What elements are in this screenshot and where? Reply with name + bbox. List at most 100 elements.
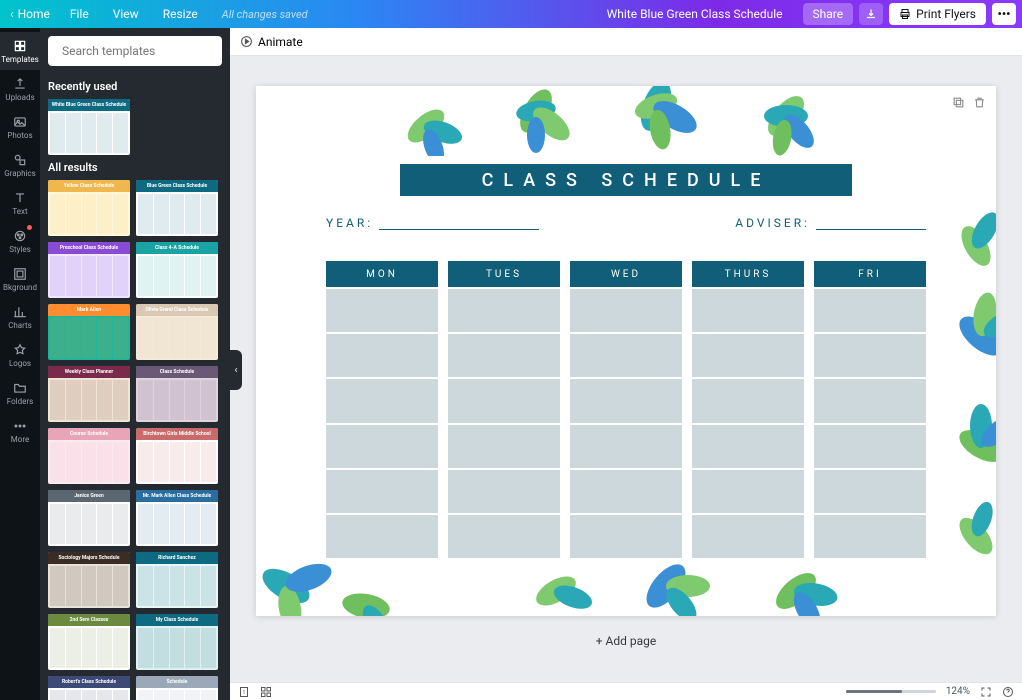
rail-more[interactable]: More	[0, 412, 40, 450]
time-slot[interactable]	[692, 334, 804, 377]
template-thumb[interactable]: Mark Allen	[48, 304, 130, 360]
print-icon	[899, 8, 911, 20]
time-slot[interactable]	[692, 379, 804, 422]
time-slot[interactable]	[814, 515, 926, 558]
rail-text[interactable]: Text	[0, 184, 40, 222]
time-slot[interactable]	[814, 425, 926, 468]
time-slot[interactable]	[448, 425, 560, 468]
time-slot[interactable]	[570, 334, 682, 377]
time-slot[interactable]	[448, 515, 560, 558]
week-grid: MON TUES WEDTHURSFRI	[326, 261, 926, 558]
share-button[interactable]: Share	[803, 3, 854, 25]
template-thumb[interactable]: Olivia Grand Class Schedule	[136, 304, 218, 360]
document-title[interactable]: White Blue Green Class Schedule	[593, 7, 797, 21]
time-slot[interactable]	[326, 289, 438, 332]
time-slot[interactable]	[570, 515, 682, 558]
rail-uploads[interactable]: Uploads	[0, 70, 40, 108]
file-menu[interactable]: File	[58, 7, 101, 21]
more-menu-button[interactable]: •••	[992, 3, 1016, 25]
template-thumb[interactable]: Class 4-A Schedule	[136, 242, 218, 298]
time-slot[interactable]	[570, 289, 682, 332]
time-slot[interactable]	[814, 289, 926, 332]
template-thumb[interactable]: Janice Green	[48, 490, 130, 546]
day-column[interactable]: MON	[326, 261, 438, 558]
add-page-button[interactable]: + Add page	[596, 634, 657, 648]
time-slot[interactable]	[448, 289, 560, 332]
time-slot[interactable]	[448, 379, 560, 422]
template-thumb[interactable]: Robert's Class Schedule	[48, 676, 130, 700]
rail-graphics[interactable]: Graphics	[0, 146, 40, 184]
animate-button[interactable]: Animate	[240, 35, 303, 49]
template-thumb[interactable]: Preschool Class Schedule	[48, 242, 130, 298]
time-slot[interactable]	[326, 515, 438, 558]
time-slot[interactable]	[814, 379, 926, 422]
search-box[interactable]	[48, 36, 222, 66]
grid-view-icon[interactable]	[260, 686, 272, 698]
download-button[interactable]	[859, 3, 883, 25]
view-menu[interactable]: View	[101, 7, 151, 21]
delete-page-icon[interactable]	[973, 94, 986, 113]
design-page[interactable]: CLASS SCHEDULE YEAR: ADVISER: MON TUES WED…	[256, 86, 996, 616]
time-slot[interactable]	[570, 379, 682, 422]
time-slot[interactable]	[570, 425, 682, 468]
resize-menu[interactable]: Resize	[151, 7, 210, 21]
template-thumb[interactable]: 2nd Sem Classes	[48, 614, 130, 670]
rail-logos[interactable]: Logos	[0, 336, 40, 374]
template-thumb[interactable]: Class Schedule	[136, 366, 218, 422]
time-slot[interactable]	[326, 425, 438, 468]
template-thumb[interactable]: Sociology Majors Schedule	[48, 552, 130, 608]
zoom-value[interactable]: 124%	[946, 686, 970, 697]
rail-templates[interactable]: Templates	[0, 32, 40, 70]
leaf-decoration-top	[356, 86, 916, 156]
styles-icon	[13, 229, 27, 243]
help-icon[interactable]	[1002, 686, 1014, 698]
leaf-decoration-bottom	[516, 561, 896, 616]
rail-background[interactable]: Bkground	[0, 260, 40, 298]
year-field[interactable]: YEAR:	[326, 216, 539, 230]
day-column[interactable]: FRI	[814, 261, 926, 558]
day-header: TUES	[448, 261, 560, 287]
time-slot[interactable]	[326, 334, 438, 377]
template-thumb[interactable]: Birchtown Girls Middle School	[136, 428, 218, 484]
template-thumb[interactable]: Richard Sanchez	[136, 552, 218, 608]
template-thumb[interactable]: Blue Green Class Schedule	[136, 180, 218, 236]
rail-charts[interactable]: Charts	[0, 298, 40, 336]
adviser-field[interactable]: ADVISER:	[735, 216, 926, 230]
time-slot[interactable]	[448, 334, 560, 377]
templates-scroll[interactable]: Recently used White Blue Green Class Sch…	[40, 74, 230, 700]
day-column[interactable]: WED	[570, 261, 682, 558]
canvas-area[interactable]: CLASS SCHEDULE YEAR: ADVISER: MON TUES WED…	[230, 56, 1022, 682]
time-slot[interactable]	[326, 379, 438, 422]
time-slot[interactable]	[326, 470, 438, 513]
time-slot[interactable]	[692, 425, 804, 468]
time-slot[interactable]	[814, 334, 926, 377]
time-slot[interactable]	[692, 470, 804, 513]
search-input[interactable]	[62, 44, 218, 58]
time-slot[interactable]	[570, 470, 682, 513]
template-thumb[interactable]: Schedule	[136, 676, 218, 700]
page-list-icon[interactable]: 1	[238, 686, 250, 698]
fullscreen-icon[interactable]	[980, 686, 992, 698]
year-label: YEAR:	[326, 216, 373, 230]
template-thumb[interactable]: Weekly Class Planner	[48, 366, 130, 422]
rail-styles[interactable]: Styles	[0, 222, 40, 260]
rail-folders[interactable]: Folders	[0, 374, 40, 412]
time-slot[interactable]	[692, 515, 804, 558]
print-flyers-button[interactable]: Print Flyers	[889, 3, 986, 25]
duplicate-page-icon[interactable]	[952, 94, 965, 113]
template-thumb[interactable]: Yellow Class Schedule	[48, 180, 130, 236]
day-column[interactable]: THURS	[692, 261, 804, 558]
time-slot[interactable]	[448, 470, 560, 513]
time-slot[interactable]	[814, 470, 926, 513]
template-thumb[interactable]: Mr. Mark Allen Class Schedule	[136, 490, 218, 546]
day-column[interactable]: TUES	[448, 261, 560, 558]
title-banner[interactable]: CLASS SCHEDULE	[400, 164, 852, 196]
rail-photos[interactable]: Photos	[0, 108, 40, 146]
template-thumb[interactable]: White Blue Green Class Schedule	[48, 99, 130, 155]
panel-collapse-handle[interactable]: ‹	[230, 350, 242, 390]
template-thumb[interactable]: My Class Schedule	[136, 614, 218, 670]
zoom-slider[interactable]	[846, 690, 936, 693]
time-slot[interactable]	[692, 289, 804, 332]
home-button[interactable]: ‹ Home	[0, 7, 58, 21]
template-thumb[interactable]: Course Schedule	[48, 428, 130, 484]
